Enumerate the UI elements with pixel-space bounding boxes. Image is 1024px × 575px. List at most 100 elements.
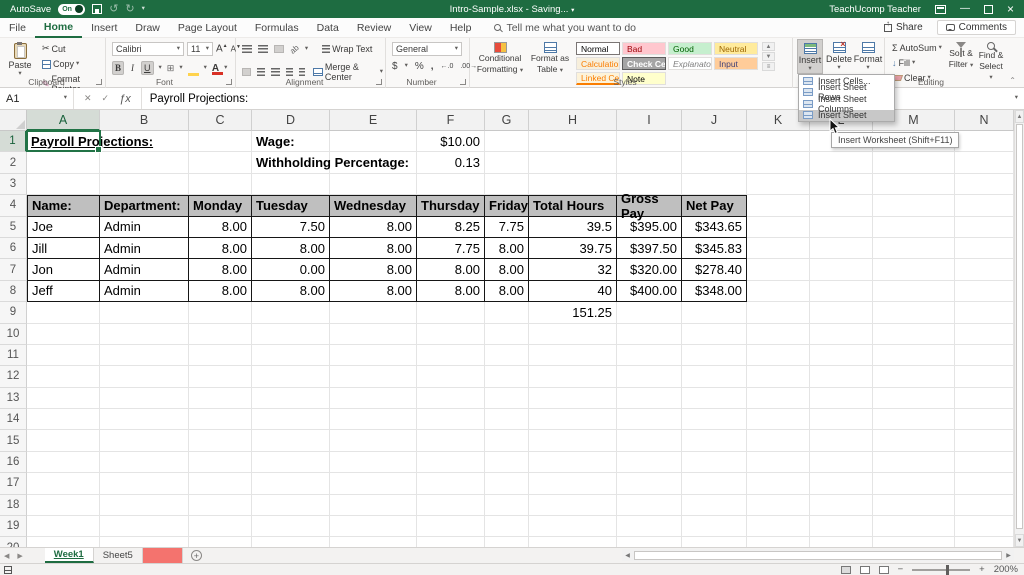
cell-H3[interactable] bbox=[529, 173, 617, 196]
cell-F12[interactable] bbox=[417, 366, 485, 388]
cell-N11[interactable] bbox=[955, 344, 1014, 367]
new-sheet-button[interactable]: + bbox=[190, 550, 202, 561]
cell-E5[interactable]: 8.00 bbox=[330, 216, 417, 238]
paste-button[interactable]: Paste ▾ bbox=[5, 40, 35, 78]
cell-L3[interactable] bbox=[810, 173, 873, 196]
cell-N17[interactable] bbox=[955, 473, 1014, 495]
cell-A2[interactable] bbox=[27, 152, 100, 174]
vertical-scrollbar[interactable]: ▲ ▼ bbox=[1014, 110, 1024, 547]
cell-A10[interactable] bbox=[27, 323, 100, 345]
cell-I7[interactable]: $320.00 bbox=[617, 259, 682, 281]
cell-G14[interactable] bbox=[485, 409, 529, 431]
cell-G8[interactable]: 8.00 bbox=[485, 280, 529, 303]
row-header-19[interactable]: 19 bbox=[0, 516, 27, 538]
cell-C12[interactable] bbox=[189, 366, 252, 388]
row-header-2[interactable]: 2 bbox=[0, 152, 27, 174]
cell-C20[interactable] bbox=[189, 537, 252, 547]
menu-tab-review[interactable]: Review bbox=[348, 19, 400, 37]
cell-I6[interactable]: $397.50 bbox=[617, 237, 682, 260]
cell-H1[interactable] bbox=[529, 131, 617, 153]
ribbon-display-options-icon[interactable] bbox=[934, 4, 946, 14]
font-family-select[interactable]: Calibri ▾ bbox=[112, 42, 184, 56]
orientation-icon[interactable]: ab bbox=[288, 43, 301, 56]
cell-J1[interactable] bbox=[682, 131, 747, 153]
cell-B11[interactable] bbox=[100, 344, 189, 367]
cell-B2[interactable] bbox=[100, 152, 189, 174]
menu-tab-file[interactable]: File bbox=[0, 19, 35, 37]
cell-K15[interactable] bbox=[747, 430, 810, 452]
alignment-dialog-launcher[interactable] bbox=[376, 79, 382, 85]
align-bottom-icon[interactable] bbox=[274, 45, 284, 53]
cell-B18[interactable] bbox=[100, 494, 189, 517]
underline-button[interactable]: U bbox=[141, 61, 154, 75]
cell-B12[interactable] bbox=[100, 366, 189, 388]
cell-I9[interactable] bbox=[617, 302, 682, 324]
format-cells-button[interactable]: Format ▾ bbox=[854, 39, 882, 72]
cell-J6[interactable]: $345.83 bbox=[682, 237, 747, 260]
cell-M15[interactable] bbox=[873, 430, 955, 452]
cell-B7[interactable]: Admin bbox=[100, 259, 189, 281]
cell-E19[interactable] bbox=[330, 516, 417, 538]
cell-J19[interactable] bbox=[682, 516, 747, 538]
cell-E13[interactable] bbox=[330, 387, 417, 410]
cell-C4[interactable]: Monday bbox=[189, 195, 252, 217]
cell-F2[interactable]: 0.13 bbox=[417, 152, 485, 174]
menu-tab-home[interactable]: Home bbox=[34, 18, 83, 38]
align-top-icon[interactable] bbox=[242, 45, 252, 53]
cell-K1[interactable] bbox=[747, 131, 810, 153]
cell-A9[interactable] bbox=[27, 302, 100, 324]
cell-F11[interactable] bbox=[417, 344, 485, 367]
cell-M10[interactable] bbox=[873, 323, 955, 345]
vertical-scroll-thumb[interactable] bbox=[1016, 124, 1023, 529]
cell-N4[interactable] bbox=[955, 195, 1014, 217]
row-header-6[interactable]: 6 bbox=[0, 237, 27, 260]
cell-N8[interactable] bbox=[955, 280, 1014, 303]
cell-K9[interactable] bbox=[747, 302, 810, 324]
cell-E10[interactable] bbox=[330, 323, 417, 345]
delete-cells-button[interactable]: Delete▾ bbox=[825, 39, 853, 72]
menu-tab-page-layout[interactable]: Page Layout bbox=[169, 19, 246, 37]
cell-I20[interactable] bbox=[617, 537, 682, 547]
cell-I13[interactable] bbox=[617, 387, 682, 410]
column-header-I[interactable]: I bbox=[617, 110, 682, 131]
insert-function-icon[interactable]: ƒx bbox=[119, 93, 131, 105]
cell-A3[interactable] bbox=[27, 173, 100, 196]
align-center-icon[interactable] bbox=[256, 68, 266, 76]
column-header-H[interactable]: H bbox=[529, 110, 617, 131]
cell-E14[interactable] bbox=[330, 409, 417, 431]
cell-K13[interactable] bbox=[747, 387, 810, 410]
cell-G4[interactable]: Friday bbox=[485, 195, 529, 217]
horizontal-scroll-thumb[interactable] bbox=[634, 550, 1002, 560]
cell-N18[interactable] bbox=[955, 494, 1014, 517]
clipboard-dialog-launcher[interactable] bbox=[96, 79, 102, 85]
share-button[interactable]: Share bbox=[876, 19, 931, 34]
cell-G16[interactable] bbox=[485, 451, 529, 474]
scroll-left-icon[interactable]: ◀ bbox=[622, 552, 633, 559]
cell-N16[interactable] bbox=[955, 451, 1014, 474]
cell-E4[interactable]: Wednesday bbox=[330, 195, 417, 217]
minimize-button[interactable]: — bbox=[960, 4, 970, 14]
cell-G7[interactable]: 8.00 bbox=[485, 259, 529, 281]
cell-A16[interactable] bbox=[27, 451, 100, 474]
cell-E15[interactable] bbox=[330, 430, 417, 452]
cut-button[interactable]: ✂ Cut bbox=[40, 42, 105, 55]
cell-A5[interactable]: Joe bbox=[27, 216, 100, 238]
cell-I16[interactable] bbox=[617, 451, 682, 474]
cell-D15[interactable] bbox=[252, 430, 330, 452]
font-dialog-launcher[interactable] bbox=[226, 79, 232, 85]
cell-F3[interactable] bbox=[417, 173, 485, 196]
cell-B6[interactable]: Admin bbox=[100, 237, 189, 260]
menu-tab-view[interactable]: View bbox=[400, 19, 441, 37]
style-check-cell[interactable]: Check Cell bbox=[622, 57, 666, 70]
cell-G3[interactable] bbox=[485, 173, 529, 196]
comments-button[interactable]: Comments bbox=[936, 20, 1016, 35]
cell-A4[interactable]: Name: bbox=[27, 195, 100, 217]
cell-B4[interactable]: Department: bbox=[100, 195, 189, 217]
cell-L7[interactable] bbox=[810, 259, 873, 281]
cell-N19[interactable] bbox=[955, 516, 1014, 538]
cell-L9[interactable] bbox=[810, 302, 873, 324]
cell-C13[interactable] bbox=[189, 387, 252, 410]
menu-tab-draw[interactable]: Draw bbox=[126, 19, 169, 37]
cell-J12[interactable] bbox=[682, 366, 747, 388]
style-good[interactable]: Good bbox=[668, 42, 712, 55]
